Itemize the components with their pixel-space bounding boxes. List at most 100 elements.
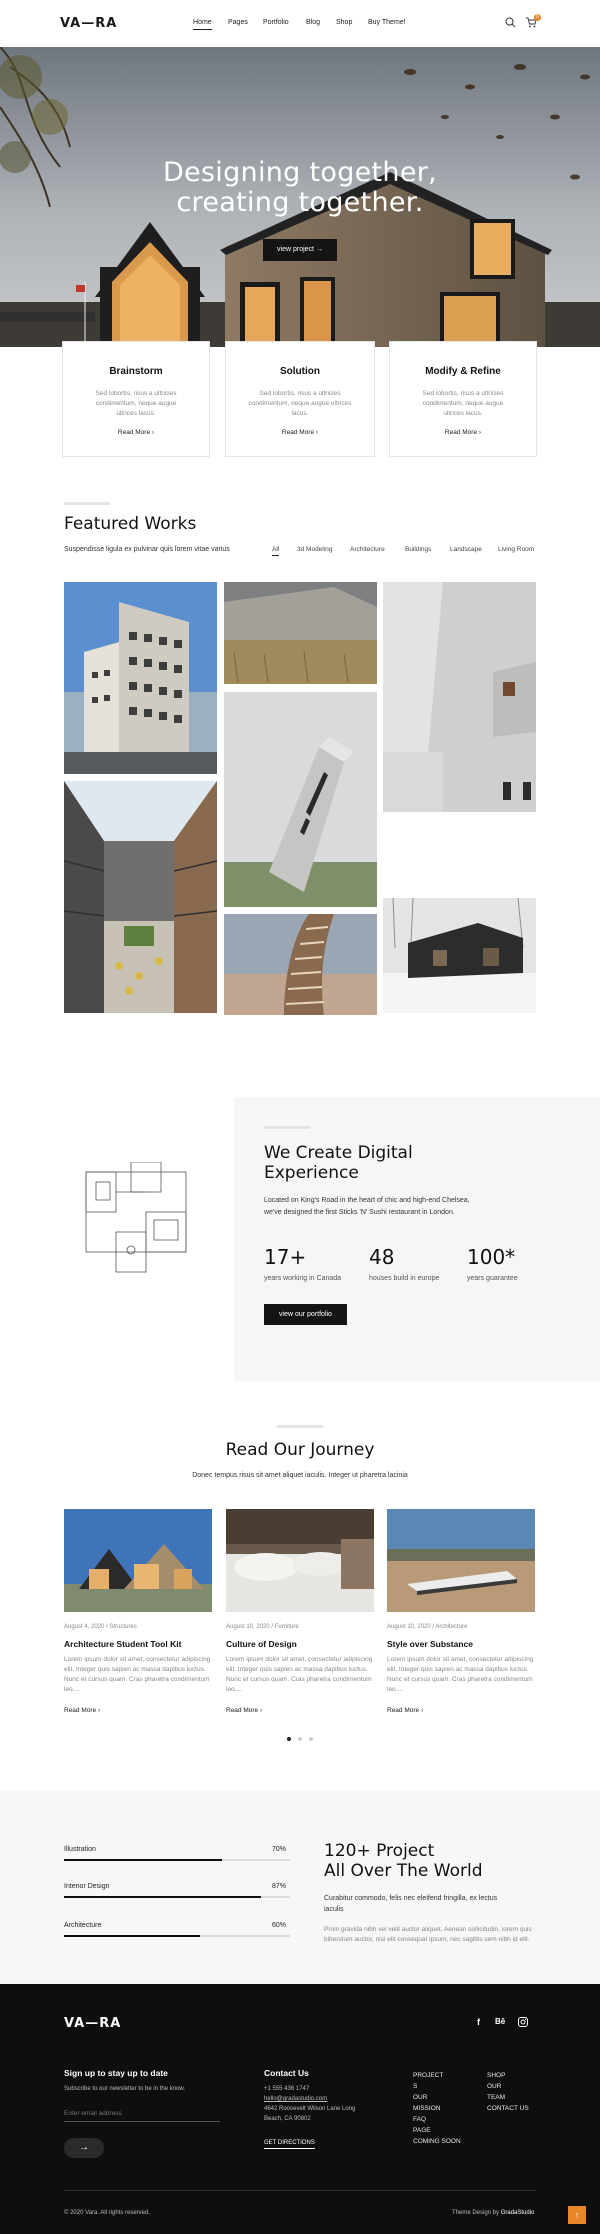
portfolio-photo-snow-house[interactable] [383,898,536,1013]
read-more-link[interactable]: Read More › [226,1707,262,1714]
feature-card-brainstorm: Brainstorm Sed lobortis, risus a ultrici… [62,341,210,457]
footer-menu-our-team-1[interactable]: OUR [487,2081,501,2092]
read-more-link[interactable]: Read More › [64,1707,100,1714]
projects-text: Proin gravida nibh vel velit auctor aliq… [324,1926,532,1943]
instagram-icon[interactable] [518,2017,528,2027]
skill-bar-fill [64,1896,261,1898]
filter-buildings[interactable]: Buildings [405,546,431,553]
subscribe-arrow-button[interactable]: → [64,2138,104,2158]
back-to-top-button[interactable]: ↑ [568,2206,586,2224]
footer-menu-shop[interactable]: SHOP [487,2070,505,2081]
get-directions-link[interactable]: GET DIRECTIONS [264,2138,315,2149]
footer-menu-mission[interactable]: MISSION [413,2103,440,2114]
filter-living-room[interactable]: Living Room [498,546,534,553]
filter-architecture[interactable]: Architecture [350,546,385,553]
read-more-link[interactable]: Read More › [118,429,154,436]
stat-value: 100* [467,1245,516,1269]
post-date: August 4, 2020 [64,1624,105,1630]
chevron-right-icon: › [259,1707,263,1714]
skill-label: Interior Design [64,1883,110,1890]
featured-works-subtitle: Suspendisse ligula ex pulvinar quis lore… [64,546,230,553]
footer-menu-project[interactable]: PROJECT [413,2070,443,2081]
nav-buy-theme[interactable]: Buy Theme! [368,19,406,26]
nav-shop[interactable]: Shop [336,19,352,26]
portfolio-photo-tilted-building[interactable] [224,692,377,907]
footer-logo[interactable]: VA—RA [64,2016,121,2031]
skill-percent: 87% [272,1883,287,1890]
portfolio-photo-white-facade[interactable] [383,582,536,812]
footer-menu-our-team-2[interactable]: TEAM [487,2092,505,2103]
portfolio-photo-field-house[interactable] [224,582,377,684]
carousel-dot-active[interactable] [287,1737,291,1741]
chevron-right-icon: › [420,1707,424,1714]
footer-menu-contact-us[interactable]: CONTACT US [487,2103,529,2114]
filter-all[interactable]: All [272,546,280,556]
footer-menu-page[interactable]: PAGE [413,2125,431,2136]
footer-menu-coming-soon[interactable]: COMING SOON [413,2136,461,2147]
filter-landscape[interactable]: Landscape [450,546,482,553]
post-category[interactable]: Structures [109,1624,136,1630]
contact-phone[interactable]: +1 555 436 1747 [264,2084,309,2094]
feature-card-text: Sed lobortis, risus a ultricies condimen… [95,390,177,417]
site-logo[interactable]: VA—RA [60,16,117,31]
experience-title-line-1: We Create Digital [264,1143,413,1163]
footer-menu-project-cont[interactable]: S [413,2081,417,2092]
carousel-dot[interactable] [298,1737,302,1741]
read-more-link[interactable]: Read More › [387,1707,423,1714]
feature-card-title: Brainstorm [109,366,163,377]
newsletter-email-input[interactable] [64,2106,220,2122]
site-header: VA—RA Home Pages Portfolio Blog Shop Buy… [0,0,600,47]
read-more-link[interactable]: Read More › [282,429,318,436]
journey-title: Read Our Journey [225,1440,375,1460]
credit-link[interactable]: GradaStudio [501,2210,535,2216]
chevron-right-icon: › [315,429,319,436]
post-title[interactable]: Architecture Student Tool Kit [64,1639,181,1649]
nav-pages[interactable]: Pages [228,19,248,26]
nav-portfolio[interactable]: Portfolio [263,19,289,26]
facebook-icon[interactable]: f [477,2017,480,2027]
read-more-label: Read More [444,429,478,436]
post-image-bed[interactable] [226,1509,374,1612]
post-category[interactable]: Furniture [275,1624,299,1630]
feature-card-solution: Solution Sed lobortis, risus a ultricies… [225,341,375,457]
read-more-label: Read More [117,429,151,436]
feature-card-text: Sed lobortis, risus a ultricies condimen… [422,390,504,417]
portfolio-photo-apartment-tower[interactable] [64,582,217,774]
stat-label: houses build in europe [369,1275,440,1282]
contact-email-link[interactable]: hello@gradastudio.com [264,2094,327,2104]
section-accent-bar [264,1126,310,1129]
hero-title-line-2: creating together. [176,187,424,218]
portfolio-photo-atrium-interior[interactable] [64,781,217,1013]
footer-menu-faq[interactable]: FAQ [413,2114,426,2125]
search-icon[interactable] [505,17,516,28]
section-accent-bar [277,1425,323,1428]
nav-blog[interactable]: Blog [306,19,320,26]
post-date: August 10, 2020 [226,1624,270,1630]
stat-value: 48 [369,1245,395,1269]
view-portfolio-button[interactable]: view our portfolio [264,1304,347,1325]
carousel-dot[interactable] [309,1737,313,1741]
post-excerpt: Lorem ipsum dolor sit amet, consectetur … [64,1656,211,1693]
skill-bar-fill [64,1859,223,1861]
chevron-right-icon: › [478,429,482,436]
contact-title: Contact Us [264,2068,309,2078]
post-category[interactable]: Architecture [435,1624,467,1630]
post-title[interactable]: Culture of Design [226,1639,297,1649]
skills-section: Illustration 70% Interior Design 87% Arc… [0,1791,600,1984]
post-image-house[interactable] [64,1509,212,1612]
behance-icon[interactable]: Bē [495,2017,505,2026]
post-title[interactable]: Style over Substance [387,1639,473,1649]
portfolio-photo-spiral-tower[interactable] [224,914,377,1015]
projects-lead: Curabitur commodo, felis nec eleifend fr… [324,1895,498,1913]
stat-value: 17+ [264,1245,307,1269]
read-more-link[interactable]: Read More › [445,429,481,436]
contact-address-line-2: Beach, CA 90802 [264,2116,311,2122]
chevron-right-icon: › [151,429,155,436]
contact-address-line-1: 4642 Roosevelt Wilson Lane Long [264,2106,356,2112]
filter-3d-modeling[interactable]: 3d Modeling [297,546,332,553]
nav-home[interactable]: Home [193,19,212,30]
footer-menu-our[interactable]: OUR [413,2092,427,2103]
post-image-landscape[interactable] [387,1509,535,1612]
view-project-button[interactable]: view project → [263,239,337,261]
site-footer: VA—RA f Bē Sign up to stay up to date Su… [0,1984,600,2234]
